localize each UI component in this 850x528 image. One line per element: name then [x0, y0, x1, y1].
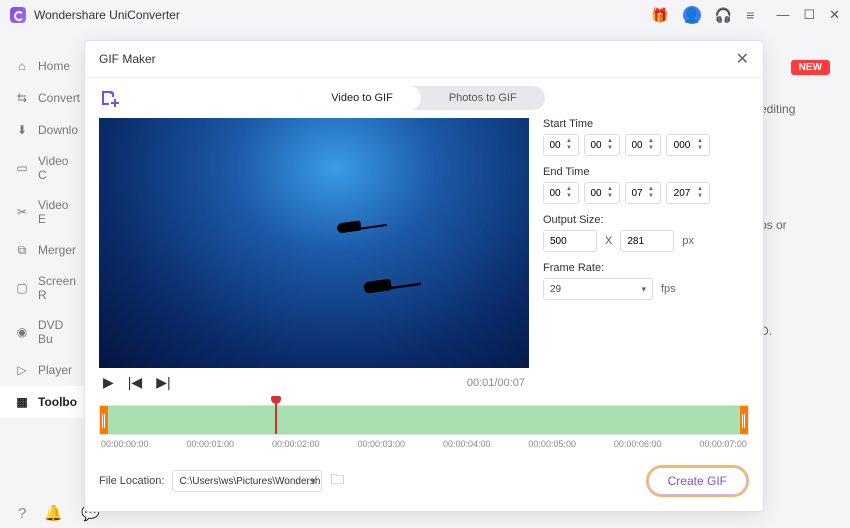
sidebar-item-home[interactable]: ⌂ Home — [0, 50, 90, 82]
home-icon: ⌂ — [14, 58, 30, 74]
sidebar-item-edit[interactable]: ✂ Video E — [0, 190, 90, 234]
download-icon: ⬇ — [14, 122, 30, 138]
gif-maker-modal: GIF Maker ✕ Video to GIF Photos to GIF ▶… — [84, 40, 764, 512]
end-ss-input[interactable]: ▲▼ — [625, 182, 661, 204]
toolbox-icon: ▦ — [14, 394, 30, 410]
menu-icon[interactable]: ≡ — [746, 7, 754, 23]
open-folder-icon[interactable]: 🗀 — [330, 469, 344, 493]
next-frame-button[interactable]: ▶| — [156, 374, 170, 391]
frame-rate-select[interactable]: 29 — [543, 278, 653, 300]
edit-icon: ✂ — [14, 204, 30, 220]
sidebar: ⌂ Home ⇆ Convert ⬇ Downlo ▭ Video C ✂ Video E… — [0, 30, 90, 498]
output-width-input[interactable] — [543, 230, 597, 252]
frame-rate-label: Frame Rate: — [543, 262, 749, 274]
gift-icon[interactable]: 🎁 — [651, 7, 668, 24]
end-mm-input[interactable]: ▲▼ — [584, 182, 620, 204]
sidebar-item-toolbox[interactable]: ▦ Toolbo — [0, 386, 90, 418]
file-location-label: File Location: — [99, 475, 164, 487]
mode-tabs: Video to GIF Photos to GIF — [303, 86, 544, 110]
start-hh-input[interactable]: ▲▼ — [543, 134, 579, 156]
video-preview[interactable] — [99, 118, 529, 368]
headset-icon[interactable]: 🎧 — [715, 7, 732, 24]
user-avatar[interactable]: 👤 — [683, 6, 701, 24]
merge-icon: ⧉ — [14, 242, 30, 258]
sidebar-item-label: DVD Bu — [38, 318, 76, 346]
help-icon[interactable]: ? — [18, 505, 26, 522]
new-badge: NEW — [791, 60, 830, 75]
playhead[interactable] — [275, 400, 277, 434]
player-icon: ▷ — [14, 362, 30, 378]
sidebar-item-merger[interactable]: ⧉ Merger — [0, 234, 90, 266]
compress-icon: ▭ — [14, 160, 30, 176]
minimize-button[interactable]: — — [776, 7, 789, 23]
time-display: 00:01/00:07 — [467, 377, 525, 389]
sidebar-item-label: Merger — [38, 243, 76, 257]
sidebar-item-player[interactable]: ▷ Player — [0, 354, 90, 386]
end-time-label: End Time — [543, 166, 749, 178]
size-x: X — [605, 235, 612, 247]
output-height-input[interactable] — [620, 230, 674, 252]
bell-icon[interactable]: 🔔 — [44, 504, 63, 522]
app-logo — [10, 7, 26, 23]
start-ms-input[interactable]: ▲▼ — [666, 134, 710, 156]
sidebar-item-label: Home — [38, 59, 70, 73]
dvd-icon: ◉ — [14, 324, 30, 340]
prev-frame-button[interactable]: |◀ — [128, 374, 142, 391]
screen-icon: ▢ — [14, 280, 30, 296]
bg-text: editing — [760, 102, 795, 116]
file-location-select[interactable]: C:\Users\ws\Pictures\Wondersh — [172, 470, 322, 492]
timeline-ticks: 00:00:00:0000:00:01:0000:00:02:0000:00:0… — [99, 435, 749, 449]
create-gif-button[interactable]: Create GIF — [646, 465, 749, 497]
convert-icon: ⇆ — [14, 90, 30, 106]
sidebar-item-dvd[interactable]: ◉ DVD Bu — [0, 310, 90, 354]
close-button[interactable]: ✕ — [829, 7, 840, 23]
modal-title: GIF Maker — [99, 52, 156, 66]
sidebar-item-screen[interactable]: ▢ Screen R — [0, 266, 90, 310]
sidebar-item-label: Video E — [38, 198, 76, 226]
px-unit: px — [682, 235, 694, 247]
close-icon[interactable]: ✕ — [736, 49, 749, 69]
start-mm-input[interactable]: ▲▼ — [584, 134, 620, 156]
sidebar-item-convert[interactable]: ⇆ Convert — [0, 82, 90, 114]
sidebar-item-download[interactable]: ⬇ Downlo — [0, 114, 90, 146]
sidebar-item-label: Screen R — [38, 274, 76, 302]
output-size-label: Output Size: — [543, 214, 749, 226]
start-ss-input[interactable]: ▲▼ — [625, 134, 661, 156]
sidebar-item-label: Toolbo — [38, 395, 77, 409]
sidebar-item-label: Video C — [38, 154, 76, 182]
sidebar-item-label: Convert — [38, 91, 80, 105]
timeline-end-handle[interactable] — [740, 406, 748, 434]
bg-text: ps or — [760, 218, 787, 232]
play-button[interactable]: ▶ — [103, 374, 114, 391]
maximize-button[interactable]: ☐ — [803, 7, 815, 23]
start-time-label: Start Time — [543, 118, 749, 130]
fps-unit: fps — [661, 283, 676, 295]
add-file-icon[interactable] — [99, 88, 119, 108]
timeline[interactable] — [99, 405, 749, 435]
timeline-start-handle[interactable] — [100, 406, 108, 434]
sidebar-item-label: Downlo — [38, 123, 78, 137]
sidebar-item-label: Player — [38, 363, 72, 377]
app-title: Wondershare UniConverter — [34, 8, 180, 22]
end-hh-input[interactable]: ▲▼ — [543, 182, 579, 204]
tab-photos-to-gif[interactable]: Photos to GIF — [421, 86, 545, 110]
sidebar-item-compress[interactable]: ▭ Video C — [0, 146, 90, 190]
tab-video-to-gif[interactable]: Video to GIF — [303, 86, 421, 110]
end-ms-input[interactable]: ▲▼ — [666, 182, 710, 204]
